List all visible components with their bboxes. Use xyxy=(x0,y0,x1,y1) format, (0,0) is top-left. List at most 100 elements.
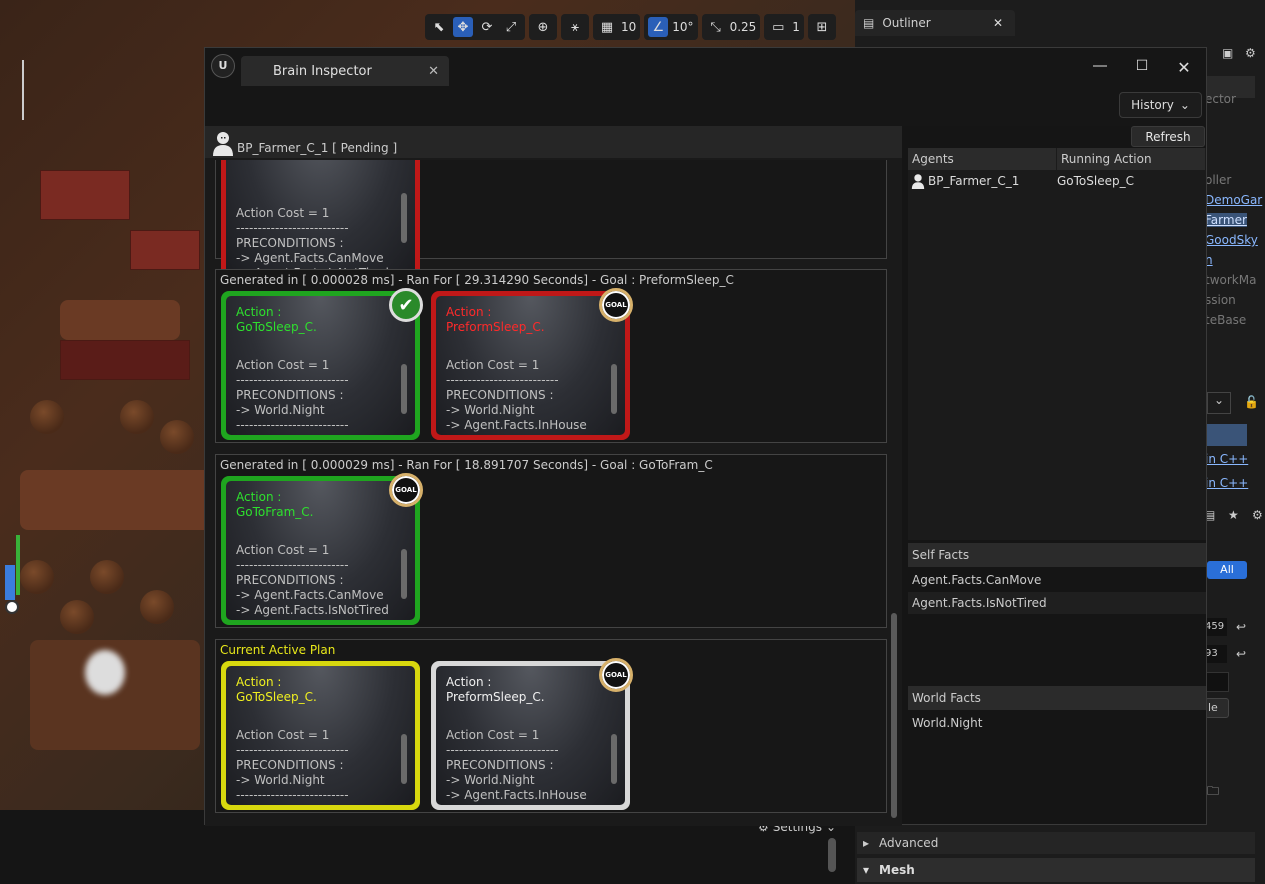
grid-snap[interactable]: ▦ 10 xyxy=(593,14,641,40)
action-name: GoToFram_C. xyxy=(236,505,314,519)
reset-icon[interactable]: ↩ xyxy=(1236,620,1246,634)
scale-snap[interactable]: ⤡ 0.25 xyxy=(701,14,761,40)
world-space-toggle: ⊕ xyxy=(529,14,557,40)
scale-icon[interactable]: ⤢ xyxy=(501,17,521,37)
advanced-section[interactable]: ▸ Advanced xyxy=(857,832,1255,854)
text-field[interactable] xyxy=(1205,672,1229,692)
lock-icon[interactable]: 🔓 xyxy=(1244,395,1259,409)
surface-snap-icon[interactable]: ⚹ xyxy=(565,17,585,37)
action-name: GoToSleep_C. xyxy=(236,690,317,704)
preconditions-label: PRECONDITIONS : xyxy=(446,388,554,402)
mesh-section[interactable]: ▾ Mesh xyxy=(857,858,1255,882)
separator: -------------------------- xyxy=(236,788,349,802)
layout-icon[interactable]: ⊞ xyxy=(812,17,832,37)
preconditions-label: PRECONDITIONS : xyxy=(236,236,344,250)
tab-outliner[interactable]: ▤ Outliner ✕ xyxy=(855,10,1015,36)
side-link-selected[interactable]: Farmer xyxy=(1205,213,1247,227)
folder-icon[interactable]: 🗀 xyxy=(1207,782,1219,803)
gizmo-green-axis[interactable] xyxy=(16,535,20,595)
action-name: GoToSleep_C. xyxy=(236,320,317,334)
scrollbar[interactable] xyxy=(828,838,836,872)
brain-inspector-window: U Brain Inspector ✕ ― ☐ ✕ History ⌄ BP_F… xyxy=(204,47,1207,826)
action-card[interactable]: Action Cost = 1 ------------------------… xyxy=(221,160,420,279)
table-row[interactable]: BP_Farmer_C_1 GoToSleep_C xyxy=(908,171,1206,191)
close-icon[interactable]: ✕ xyxy=(993,16,1003,30)
gear-icon[interactable]: ⚙ xyxy=(1252,508,1263,522)
gizmo-pivot[interactable] xyxy=(5,600,19,614)
reset-icon[interactable]: ↩ xyxy=(1236,647,1246,661)
minimize-button[interactable]: ― xyxy=(1088,58,1112,74)
star-icon[interactable]: ★ xyxy=(1228,508,1239,522)
camera-speed[interactable]: ▭ 1 xyxy=(764,14,804,40)
tab-brain-inspector[interactable]: Brain Inspector ✕ xyxy=(241,56,449,86)
grid-icon: ▦ xyxy=(600,19,614,35)
close-icon[interactable]: ✕ xyxy=(428,64,439,79)
tree xyxy=(30,400,64,434)
add-folder-icon[interactable]: ▣ xyxy=(1222,46,1233,60)
precondition: -> Agent.Facts.InHouse xyxy=(446,788,587,802)
preconditions-label: PRECONDITIONS : xyxy=(236,758,344,772)
separator: -------------------------- xyxy=(236,743,349,757)
scale-snap-icon: ⤡ xyxy=(710,19,721,35)
all-button[interactable]: All xyxy=(1207,561,1247,579)
action-card[interactable]: Action : PreformSleep_C. Action Cost = 1… xyxy=(431,658,633,810)
plan-title: Current Active Plan xyxy=(220,643,336,657)
rotate-icon[interactable]: ⟳ xyxy=(477,17,497,37)
close-window-button[interactable]: ✕ xyxy=(1172,58,1196,77)
house xyxy=(60,340,190,380)
card-scrollbar[interactable] xyxy=(611,734,617,784)
preconditions-label: PRECONDITIONS : xyxy=(236,388,344,402)
plans-scrollbar[interactable] xyxy=(891,613,897,818)
column-header-running-action[interactable]: Running Action xyxy=(1057,148,1206,170)
chevron-down-icon[interactable]: ⌄ xyxy=(1207,392,1231,414)
agent-header-label: BP_Farmer_C_1 [ Pending ] xyxy=(237,141,398,155)
tree xyxy=(140,590,174,624)
action-card[interactable]: Action : GoToSleep_C. Action Cost = 1 --… xyxy=(221,661,420,810)
side-link[interactable]: in C++ xyxy=(1205,476,1248,490)
scale-snap-value: 0.25 xyxy=(729,20,757,34)
chevron-down-icon: ⌄ xyxy=(1179,98,1190,112)
grid-size-value: 10 xyxy=(621,20,637,34)
gizmo-blue-axis[interactable] xyxy=(5,565,15,600)
precondition: -> World.Night xyxy=(446,403,535,417)
action-cost: Action Cost = 1 xyxy=(236,206,330,220)
card-scrollbar[interactable] xyxy=(401,193,407,243)
number-field[interactable]: 459 xyxy=(1205,618,1227,636)
plans-scroll-area[interactable]: Action Cost = 1 ------------------------… xyxy=(209,160,897,824)
translate-icon[interactable]: ✥ xyxy=(453,17,473,37)
separator: -------------------------- xyxy=(446,743,559,757)
agent-avatar-icon xyxy=(211,130,235,156)
plan-history-item: Action Cost = 1 ------------------------… xyxy=(215,160,887,279)
refresh-button[interactable]: Refresh xyxy=(1131,126,1205,147)
action-card[interactable]: Action : GoToFram_C. Action Cost = 1 ---… xyxy=(221,473,423,625)
gear-icon[interactable]: ⚙ xyxy=(1245,46,1256,60)
globe-icon[interactable]: ⊕ xyxy=(533,17,553,37)
action-name: PreformSleep_C. xyxy=(446,690,545,704)
side-selection[interactable] xyxy=(1207,424,1247,446)
action-card[interactable]: Action : PreformSleep_C. Action Cost = 1… xyxy=(431,288,633,440)
card-scrollbar[interactable] xyxy=(401,549,407,599)
column-header-agents[interactable]: Agents xyxy=(908,148,1057,170)
side-link[interactable]: DemoGar xyxy=(1205,193,1262,207)
card-scrollbar[interactable] xyxy=(401,734,407,784)
action-card[interactable]: Action : GoToSleep_C. Action Cost = 1 --… xyxy=(221,288,423,440)
side-button[interactable]: le xyxy=(1205,698,1229,718)
current-active-plan: Current Active Plan Action : GoToSleep_C… xyxy=(215,639,887,813)
fact-item: Agent.Facts.IsNotTired xyxy=(908,592,1206,614)
number-field[interactable]: 93 xyxy=(1205,645,1227,663)
history-dropdown[interactable]: History ⌄ xyxy=(1119,92,1202,118)
action-label: Action : xyxy=(446,305,492,319)
side-link[interactable]: in C++ xyxy=(1205,452,1248,466)
unreal-logo-icon: U xyxy=(211,54,235,78)
card-scrollbar[interactable] xyxy=(401,364,407,414)
outliner-icon: ▤ xyxy=(863,16,875,30)
select-icon[interactable]: ⬉ xyxy=(429,17,449,37)
precondition: -> World.Night xyxy=(236,773,325,787)
rotation-snap[interactable]: ∠ 10° xyxy=(644,14,698,40)
card-scrollbar[interactable] xyxy=(611,364,617,414)
maximize-button[interactable]: ☐ xyxy=(1130,58,1154,74)
side-link[interactable]: GoodSky xyxy=(1205,233,1258,247)
action-label: Action : xyxy=(236,305,282,319)
running-action: GoToSleep_C xyxy=(1057,174,1134,188)
pole xyxy=(22,60,24,120)
